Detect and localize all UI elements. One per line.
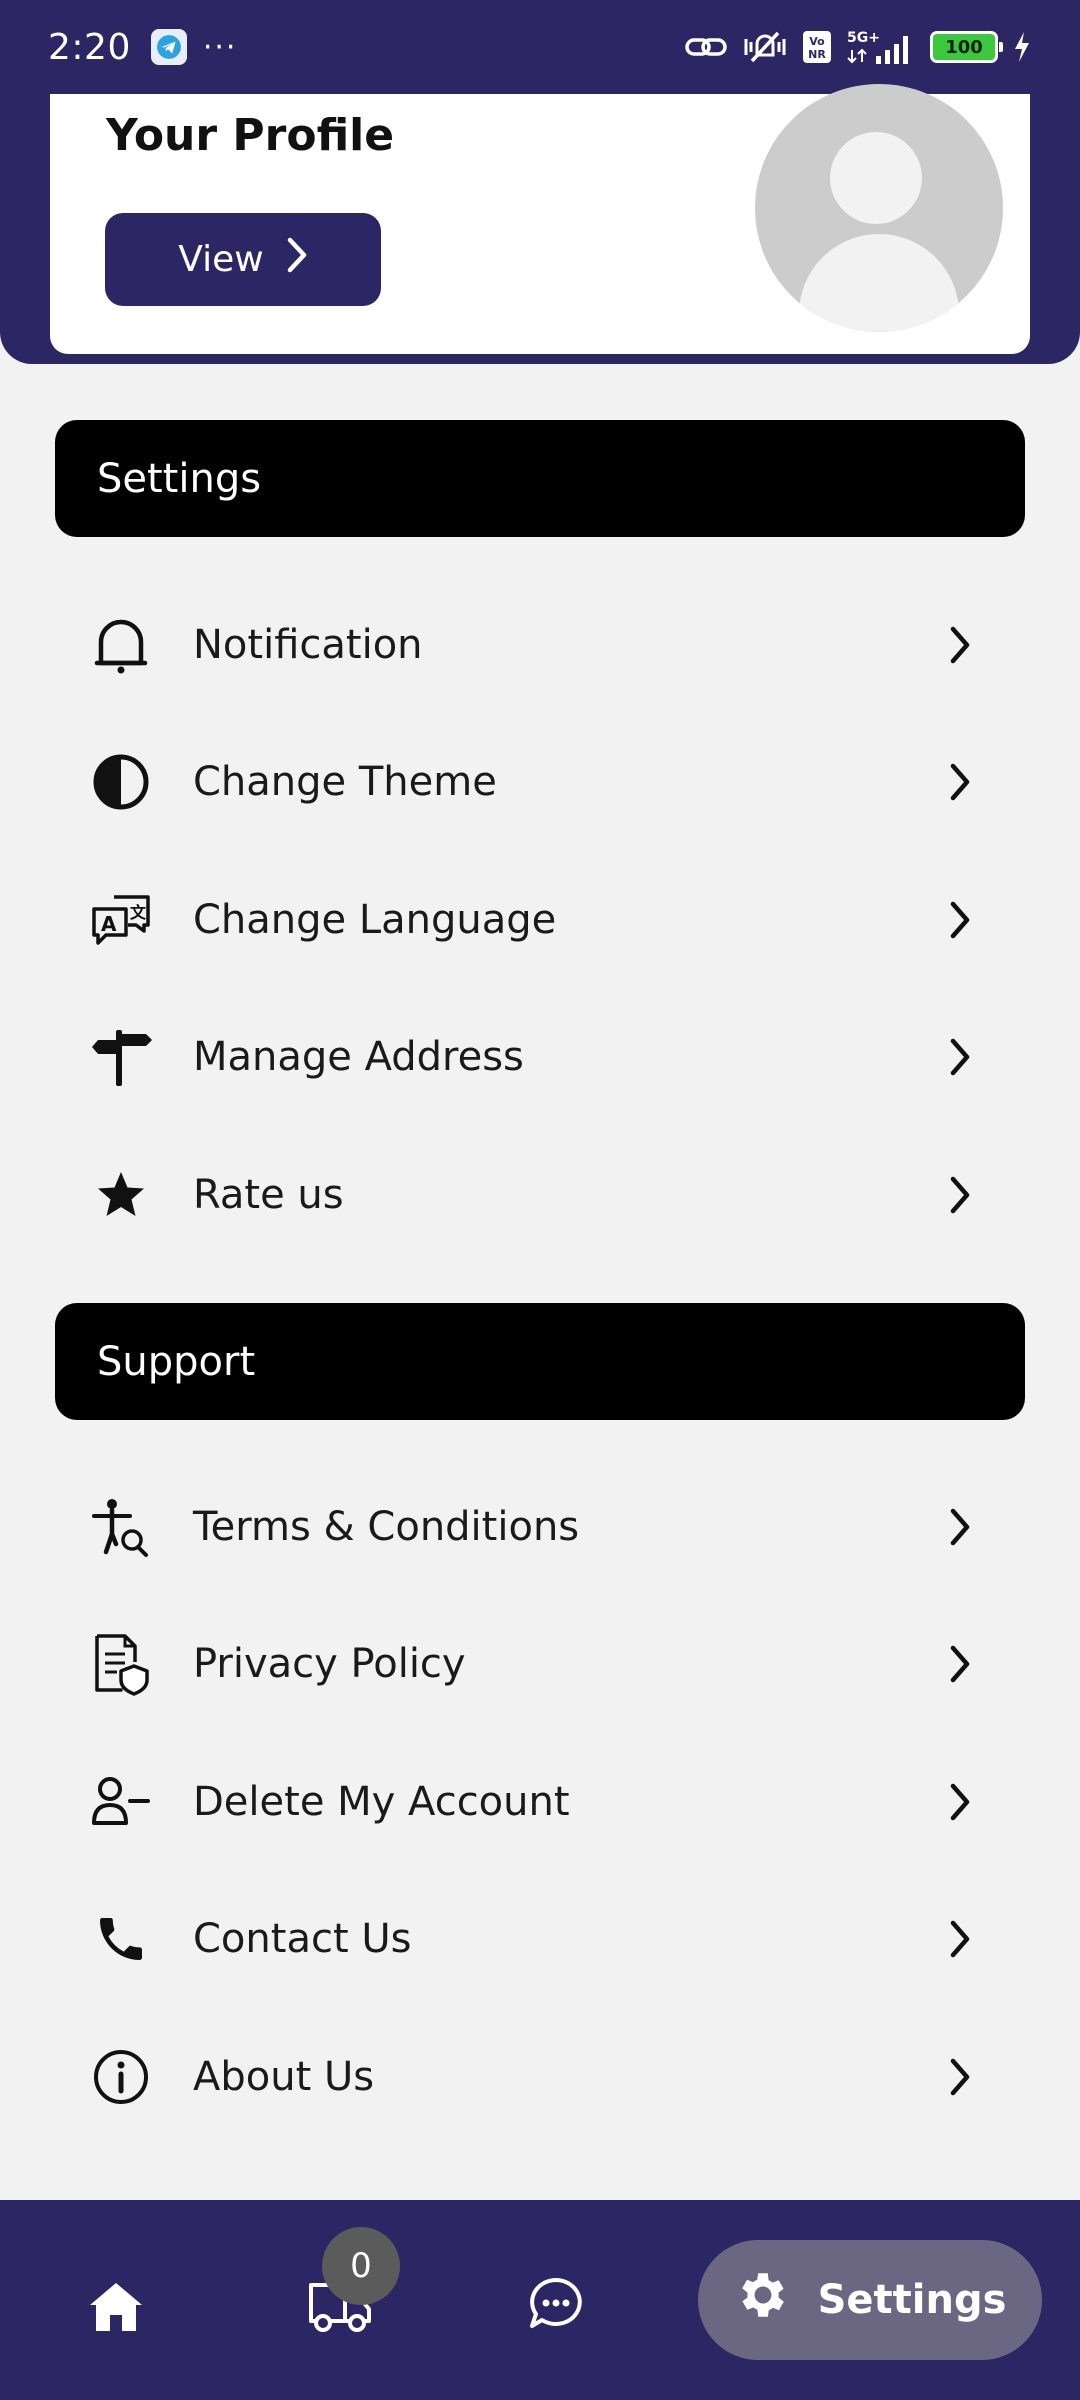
link-icon xyxy=(684,32,728,62)
list-item-delete-account[interactable]: Delete My Account xyxy=(0,1747,1080,1857)
item-label: Delete My Account xyxy=(193,1779,570,1825)
svg-text:文: 文 xyxy=(130,903,147,922)
privacy-policy-icon xyxy=(86,1629,156,1699)
chevron-right-icon xyxy=(940,1032,980,1082)
phone-icon xyxy=(86,1904,156,1974)
svg-text:Vo: Vo xyxy=(809,35,825,48)
nav-settings-label: Settings xyxy=(817,2277,1007,2323)
profile-title: Your Profile xyxy=(106,110,395,161)
list-item-notification[interactable]: Notification xyxy=(0,590,1080,700)
view-profile-button[interactable]: View xyxy=(105,213,381,306)
info-icon xyxy=(86,2042,156,2112)
more-notifications-icon: ··· xyxy=(202,29,238,65)
item-label: Rate us xyxy=(193,1172,344,1218)
translate-icon: A文 xyxy=(86,885,156,955)
nav-home-button[interactable] xyxy=(80,2272,152,2344)
nav-settings-button[interactable]: Settings xyxy=(698,2240,1042,2360)
settings-section-title: Settings xyxy=(97,455,262,502)
avatar-body xyxy=(799,234,959,332)
theme-icon xyxy=(86,747,156,817)
avatar[interactable] xyxy=(755,84,1003,332)
list-item-rate-us[interactable]: Rate us xyxy=(0,1140,1080,1250)
item-label: Terms & Conditions xyxy=(193,1504,580,1550)
star-icon xyxy=(86,1160,156,1230)
mute-vibrate-icon xyxy=(742,29,788,65)
cart-count-badge: 0 xyxy=(322,2227,400,2305)
list-item-change-theme[interactable]: Change Theme xyxy=(0,727,1080,837)
list-item-about-us[interactable]: About Us xyxy=(0,2022,1080,2132)
battery-icon: 100 xyxy=(930,31,1003,63)
item-label: About Us xyxy=(193,2054,375,2100)
status-time: 2:20 xyxy=(48,26,131,68)
chevron-right-icon xyxy=(940,1639,980,1689)
list-item-privacy-policy[interactable]: Privacy Policy xyxy=(0,1609,1080,1719)
nav-chat-button[interactable] xyxy=(520,2270,592,2342)
chevron-right-icon xyxy=(940,1502,980,1552)
settings-section-header: Settings xyxy=(55,420,1025,537)
avatar-head xyxy=(830,132,922,224)
chevron-right-icon xyxy=(940,757,980,807)
item-label: Change Theme xyxy=(193,759,497,805)
item-label: Change Language xyxy=(193,897,557,943)
chevron-right-icon xyxy=(940,895,980,945)
bell-icon xyxy=(86,610,156,680)
charging-icon xyxy=(1012,30,1032,64)
svg-text:5G+: 5G+ xyxy=(847,30,880,46)
profile-card: Your Profile View xyxy=(50,84,1030,354)
chevron-right-icon xyxy=(940,1914,980,1964)
item-label: Contact Us xyxy=(193,1916,412,1962)
bottom-nav: Settings xyxy=(0,2200,1080,2400)
support-section-header: Support xyxy=(55,1303,1025,1420)
chevron-right-icon xyxy=(286,236,308,283)
support-section-title: Support xyxy=(97,1338,256,1385)
view-button-label: View xyxy=(178,239,264,280)
signal-5g-icon: 5G+ xyxy=(846,28,916,66)
list-item-manage-address[interactable]: Manage Address xyxy=(0,1002,1080,1112)
chevron-right-icon xyxy=(940,620,980,670)
gear-icon xyxy=(734,2266,792,2334)
chevron-right-icon xyxy=(940,1777,980,1827)
chevron-right-icon xyxy=(940,2052,980,2102)
list-item-terms-conditions[interactable]: Terms & Conditions xyxy=(0,1472,1080,1582)
list-item-change-language[interactable]: A文 Change Language xyxy=(0,865,1080,975)
status-bar: 2:20 ··· Vo NR 5G+ 100 xyxy=(0,0,1080,94)
vo-nr-icon: Vo NR xyxy=(802,30,832,64)
chat-icon xyxy=(526,2274,586,2338)
svg-text:A: A xyxy=(101,912,117,936)
chevron-right-icon xyxy=(940,1170,980,1220)
signpost-icon xyxy=(86,1022,156,1092)
svg-text:NR: NR xyxy=(808,48,826,61)
terms-icon xyxy=(86,1492,156,1562)
item-label: Privacy Policy xyxy=(193,1641,466,1687)
item-label: Manage Address xyxy=(193,1034,524,1080)
item-label: Notification xyxy=(193,622,423,668)
telegram-icon xyxy=(150,29,187,65)
settings-screen: 2:20 ··· Vo NR 5G+ 100 Your Profile View… xyxy=(0,0,1080,2400)
user-minus-icon xyxy=(86,1767,156,1837)
list-item-contact-us[interactable]: Contact Us xyxy=(0,1884,1080,1994)
home-icon xyxy=(88,2279,144,2337)
